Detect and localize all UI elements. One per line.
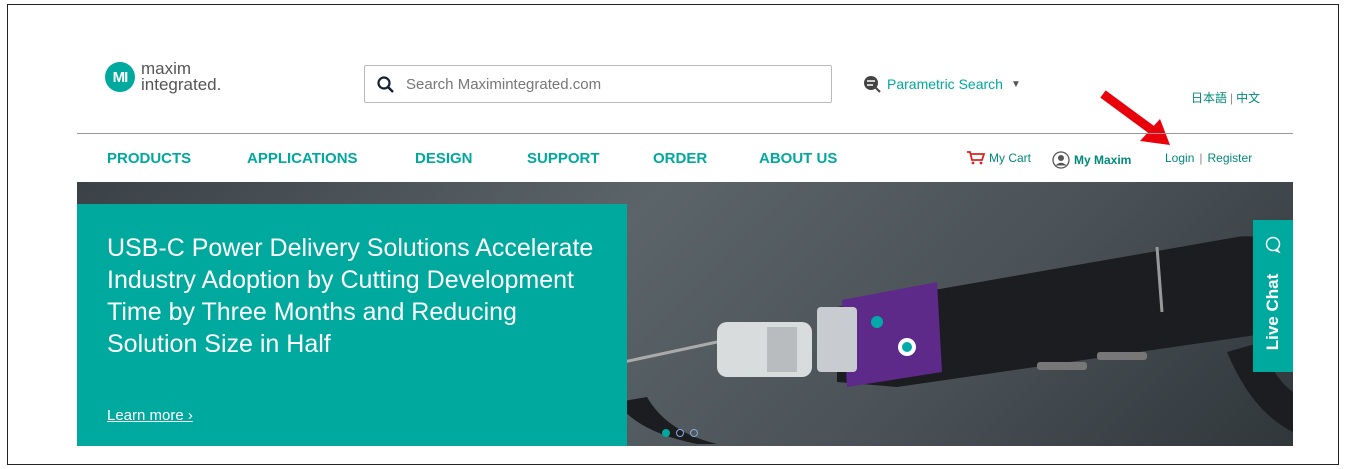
- lang-separator: |: [1230, 91, 1234, 105]
- nav-item-design[interactable]: DESIGN: [415, 150, 473, 167]
- login-link[interactable]: Login: [1165, 151, 1194, 165]
- lang-japanese-link[interactable]: 日本語: [1191, 91, 1227, 105]
- nav-item-about-us[interactable]: ABOUT US: [759, 150, 837, 167]
- hero-title: USB-C Power Delivery Solutions Accelerat…: [107, 234, 594, 358]
- parametric-search-icon: [864, 76, 881, 93]
- hero-banner: USB-C Power Delivery Solutions Accelerat…: [77, 182, 1293, 446]
- nav-item-applications[interactable]: APPLICATIONS: [247, 150, 358, 167]
- parametric-search-button[interactable]: Parametric Search ▼: [863, 75, 1021, 93]
- live-chat-button[interactable]: Live Chat: [1253, 220, 1293, 372]
- my-maxim-link[interactable]: My Maxim: [1052, 151, 1131, 169]
- login-register: Login | Register: [1165, 151, 1252, 165]
- login-separator: |: [1199, 151, 1203, 165]
- user-icon: [1052, 151, 1070, 169]
- carousel-dots: [662, 429, 704, 437]
- my-maxim-label: My Maxim: [1074, 153, 1132, 167]
- register-link[interactable]: Register: [1208, 151, 1253, 165]
- my-cart-label: My Cart: [989, 151, 1031, 165]
- maxim-logo[interactable]: MI maxim integrated.: [105, 59, 222, 94]
- nav-item-products[interactable]: PRODUCTS: [107, 150, 191, 167]
- maxim-logo-icon: MI: [105, 62, 135, 92]
- logo-text: maxim integrated.: [141, 59, 222, 94]
- browser-frame: MI maxim integrated. Parametric Search ▼…: [7, 4, 1339, 465]
- header-divider: [77, 133, 1293, 134]
- live-chat-label: Live Chat: [1263, 273, 1282, 351]
- carousel-dot-3[interactable]: [690, 429, 698, 437]
- learn-more-link[interactable]: Learn more ›: [107, 407, 193, 424]
- search-box[interactable]: [364, 65, 832, 103]
- carousel-dot-2[interactable]: [676, 429, 684, 437]
- carousel-dot-1[interactable]: [662, 429, 670, 437]
- chat-bubble-icon: [1265, 236, 1281, 254]
- annotation-arrow-icon: [1100, 90, 1170, 145]
- search-input[interactable]: [404, 74, 808, 94]
- search-icon: [377, 75, 394, 93]
- hero-text-panel: USB-C Power Delivery Solutions Accelerat…: [77, 204, 627, 446]
- chevron-down-icon: ▼: [1010, 78, 1021, 90]
- my-cart-link[interactable]: My Cart: [966, 151, 1031, 165]
- cart-icon: [967, 151, 986, 165]
- parametric-search-label: Parametric Search: [887, 76, 1003, 92]
- lang-chinese-link[interactable]: 中文: [1236, 91, 1260, 105]
- nav-item-support[interactable]: SUPPORT: [527, 150, 600, 167]
- language-switcher: 日本語 | 中文: [1191, 89, 1260, 106]
- nav-item-order[interactable]: ORDER: [653, 150, 707, 167]
